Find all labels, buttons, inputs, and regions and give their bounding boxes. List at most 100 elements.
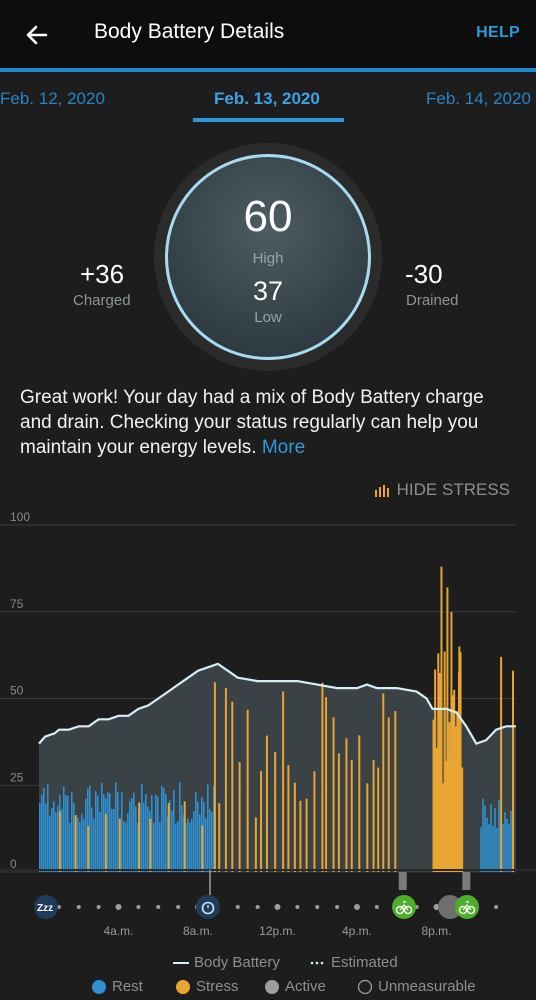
rest-bar [81,813,83,872]
stress-bar [58,811,61,872]
help-button[interactable]: HELP [476,24,520,42]
stress-bar [218,803,221,872]
rest-bar [508,823,510,872]
legend-active-label: Active [285,978,326,995]
rest-bar [123,820,125,872]
rest-bar [93,819,95,872]
tab-current-date[interactable]: Feb. 13, 2020 [214,89,320,109]
stress-bar [265,735,268,872]
rest-bar [145,794,147,872]
back-arrow-icon[interactable] [22,20,52,50]
rest-bar [71,792,73,872]
stress-bar [287,765,290,872]
timeline-dot [235,905,240,909]
stress-bar [350,759,353,872]
stress-bar [104,814,107,872]
rest-bar [502,823,504,872]
rest-bar [159,822,161,872]
rest-bar [135,806,137,872]
stress-bar [500,656,503,872]
rest-bar [99,811,101,872]
stress-bar [274,751,277,872]
stress-bar [446,587,449,872]
rest-bar [488,824,490,872]
rest-bar [131,798,133,872]
legend-body-battery: Body Battery [173,954,280,971]
rest-bar [181,805,183,872]
timeline-dot [255,905,260,909]
rest-bar [113,808,115,872]
stress-bar [260,771,263,872]
timeline-dot [96,905,101,909]
tab-prev-date[interactable]: Feb. 12, 2020 [0,89,105,109]
rest-bar [161,785,163,872]
rest-bar [187,818,189,872]
active-marker [398,872,407,890]
stress-bar [299,800,302,872]
hide-stress-label: HIDE STRESS [396,480,510,499]
stress-bar [394,711,397,872]
rest-bar [189,822,191,872]
rest-bar [494,808,496,872]
page-title: Body Battery Details [94,20,285,43]
y-tick-label: 0 [10,857,17,871]
stress-bar [313,771,316,872]
rest-bar [53,801,55,872]
rest-bar [492,826,494,872]
timeline-dot [295,905,300,909]
rest-bar [193,811,195,872]
rest-bar [47,784,49,872]
timeline-dot [136,905,141,909]
rest-bar [61,808,63,872]
rest-bar [127,813,129,872]
y-tick-label: 100 [10,510,30,524]
legend-unmeasurable: Unmeasurable [357,978,476,995]
rest-bar [77,817,79,872]
stress-bar [87,826,90,872]
rest-bar [484,805,486,872]
y-tick-label: 75 [10,597,24,611]
stress-bar [337,753,340,872]
stress-bar [332,717,335,872]
charged-label: Charged [73,292,131,309]
more-link[interactable]: More [262,437,305,458]
rest-bar [157,796,159,872]
rest-bar [191,819,193,872]
x-tick-label: 4p.m. [342,924,372,938]
bar-chart-icon [374,484,389,497]
rest-bar [510,810,512,872]
stress-bar [305,798,308,872]
rest-bar [107,792,109,872]
timeline-dot [374,905,379,909]
rest-bar [115,782,117,872]
low-label: Low [254,309,282,326]
legend-unmeasurable-label: Unmeasurable [378,978,476,995]
x-tick-label: 12p.m. [259,924,296,938]
cycling-icon-bg [392,895,416,919]
timeline-dot [76,905,81,909]
rest-bar [95,791,97,872]
rest-bar [69,822,71,872]
stress-bar [325,697,328,872]
rest-bar [57,805,59,872]
high-value: 60 [243,192,293,241]
stress-bar [238,762,241,872]
rest-bar [121,792,123,872]
rest-bar [506,818,508,872]
solid-line-icon [173,961,189,964]
low-value: 37 [252,276,284,306]
stress-bar [345,738,348,872]
rest-bar [109,793,111,872]
stress-bar [118,818,121,872]
y-tick-label: 25 [10,770,24,784]
rest-bar [141,783,143,872]
tab-next-date[interactable]: Feb. 14, 2020 [426,89,531,109]
stress-bar [512,670,515,872]
stress-bar [293,782,296,872]
drained-label: Drained [406,292,459,309]
stress-bar [138,802,141,872]
stress-bar [282,691,285,872]
hide-stress-toggle[interactable]: HIDE STRESS [374,480,510,500]
rest-bar [486,817,488,872]
rest-bar [171,810,173,872]
